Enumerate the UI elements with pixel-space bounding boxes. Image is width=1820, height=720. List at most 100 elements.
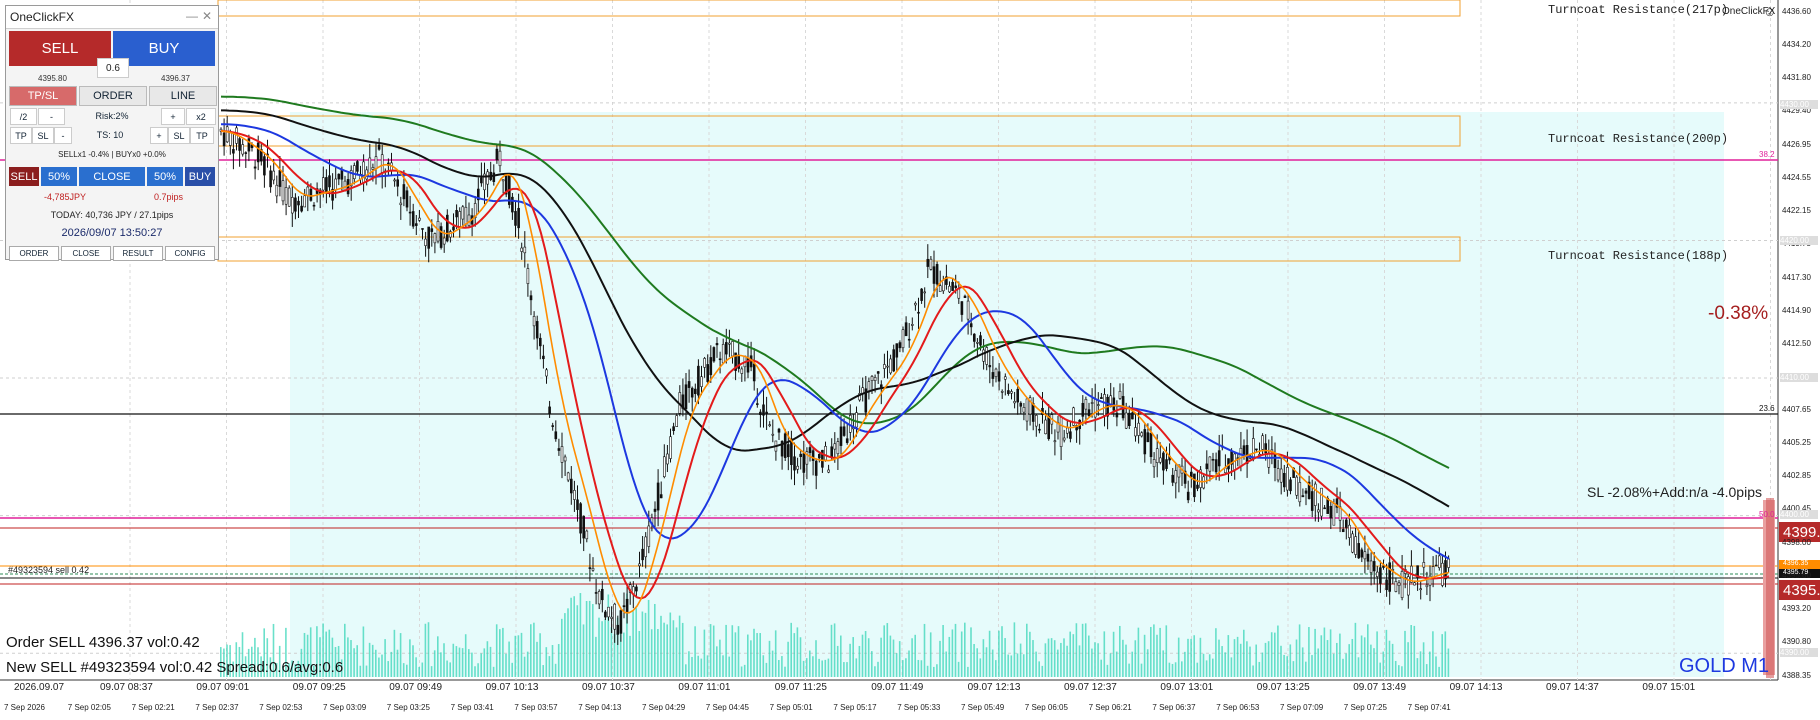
price-chart[interactable] xyxy=(0,0,1820,720)
volume-bar xyxy=(675,627,678,677)
volume-bar xyxy=(1112,631,1115,677)
volume-bar xyxy=(548,656,551,677)
candle-body xyxy=(1171,474,1174,483)
minimize-icon[interactable]: — xyxy=(186,9,198,23)
footer-close-button[interactable]: CLOSE xyxy=(61,246,111,261)
close-sell-button[interactable]: SELL xyxy=(9,167,39,186)
close-icon[interactable]: ✕ xyxy=(202,9,212,23)
candle-body xyxy=(272,170,276,181)
volume-bar xyxy=(864,631,867,677)
candle-body xyxy=(1140,432,1143,437)
lot-input[interactable]: 0.6 xyxy=(97,58,129,78)
volume-bar xyxy=(443,643,445,677)
volume-bar xyxy=(641,611,644,677)
time-label: 09.07 15:01 xyxy=(1642,682,1696,693)
risk-plus-button[interactable]: + xyxy=(161,108,185,125)
candle-body xyxy=(585,530,589,540)
volume-bar xyxy=(1078,645,1081,677)
volume-bar xyxy=(1326,640,1329,677)
tp-right-button[interactable]: TP xyxy=(190,127,214,144)
footer-result-button[interactable]: RESULT xyxy=(113,246,163,261)
order-line-1: Order SELL 4396.37 vol:0.42 xyxy=(6,634,200,651)
candle-body xyxy=(656,482,660,511)
tp-left-button[interactable]: TP xyxy=(10,127,32,144)
volume-bar xyxy=(1019,643,1022,677)
candle-body xyxy=(253,166,257,169)
candle-body xyxy=(923,291,927,294)
tab-line[interactable]: LINE xyxy=(149,86,217,106)
risk-minus-button[interactable]: - xyxy=(38,108,65,125)
sl-right-button[interactable]: SL xyxy=(168,127,190,144)
candle-body xyxy=(455,210,458,218)
volume-bar xyxy=(1212,658,1214,677)
sell-button[interactable]: SELL xyxy=(9,31,111,66)
price-tick: 4414.90 xyxy=(1782,305,1811,315)
candle-body xyxy=(542,355,545,360)
candle-body xyxy=(464,206,468,225)
risk-double-button[interactable]: x2 xyxy=(186,108,216,125)
volume-bar xyxy=(1258,661,1261,677)
volume-bar xyxy=(1010,655,1013,677)
volume-bar xyxy=(1301,647,1304,677)
volume-bar xyxy=(371,644,374,677)
footer-config-button[interactable]: CONFIG xyxy=(165,246,215,261)
candle-body xyxy=(1149,432,1153,458)
change-percent: -0.38% xyxy=(1708,303,1769,324)
resistance-box-217[interactable] xyxy=(217,0,1461,17)
candle-body xyxy=(380,154,384,173)
volume-bar xyxy=(551,645,554,677)
ts-plus-button[interactable]: + xyxy=(150,127,168,144)
candle-body xyxy=(501,179,505,182)
volume-bar xyxy=(545,647,548,677)
volume-bar xyxy=(610,627,613,677)
volume-bar xyxy=(384,639,386,677)
volume-bar xyxy=(1407,642,1409,677)
tab-tpsl[interactable]: TP/SL xyxy=(9,86,77,106)
volume-bar xyxy=(632,611,634,677)
resistance-label-188: Turncoat Resistance(188p) xyxy=(1548,249,1729,263)
time-label-secondary: 7 Sep 02:21 xyxy=(131,703,175,712)
candle-body xyxy=(904,322,908,337)
candle-body xyxy=(1447,558,1450,568)
ts-minus-button[interactable]: - xyxy=(54,127,72,144)
close-buy-button[interactable]: BUY xyxy=(185,167,215,186)
candle-body xyxy=(715,343,719,346)
candle-body xyxy=(1214,459,1218,473)
volume-bar xyxy=(1060,642,1062,677)
buy-price: 4396.37 xyxy=(161,74,190,83)
volume-bar xyxy=(765,662,768,677)
volume-bar xyxy=(902,660,904,677)
candle-body xyxy=(436,221,440,242)
candle-body xyxy=(1152,459,1156,468)
volume-bar xyxy=(1016,653,1019,677)
candle-body xyxy=(303,195,307,208)
candle-body xyxy=(529,295,533,301)
candle-body xyxy=(625,598,629,614)
close-all-button[interactable]: CLOSE xyxy=(79,167,145,186)
sl-left-button[interactable]: SL xyxy=(32,127,54,144)
volume-bar xyxy=(1444,631,1447,677)
footer-order-button[interactable]: ORDER xyxy=(9,246,59,261)
volume-bar xyxy=(1221,646,1223,677)
volume-bar xyxy=(1106,664,1109,677)
price-tick: 4393.20 xyxy=(1782,604,1811,614)
volume-bar xyxy=(1205,660,1208,677)
tab-order[interactable]: ORDER xyxy=(79,86,147,106)
candle-body xyxy=(1314,483,1317,506)
sl-info: SL -2.08%+Add:n/a -4.0pips xyxy=(1587,484,1762,500)
close-sell-half-button[interactable]: 50% xyxy=(41,167,77,186)
volume-bar xyxy=(737,626,740,677)
close-buy-half-button[interactable]: 50% xyxy=(147,167,183,186)
candle-body xyxy=(985,347,989,365)
risk-half-button[interactable]: /2 xyxy=(10,108,37,125)
panel-titlebar[interactable]: OneClickFX — ✕ xyxy=(6,6,218,29)
volume-bar xyxy=(350,640,352,677)
price-tag-green-label: 4396.35 xyxy=(1783,560,1809,567)
volume-bar xyxy=(347,637,349,677)
price-tick: 4412.50 xyxy=(1782,338,1811,348)
candle-body xyxy=(1174,470,1178,484)
volume-bar xyxy=(623,632,625,677)
candle-body xyxy=(600,588,604,601)
candle-body xyxy=(1217,450,1221,467)
price-box-tag-0: 4430.00 xyxy=(1780,100,1818,109)
